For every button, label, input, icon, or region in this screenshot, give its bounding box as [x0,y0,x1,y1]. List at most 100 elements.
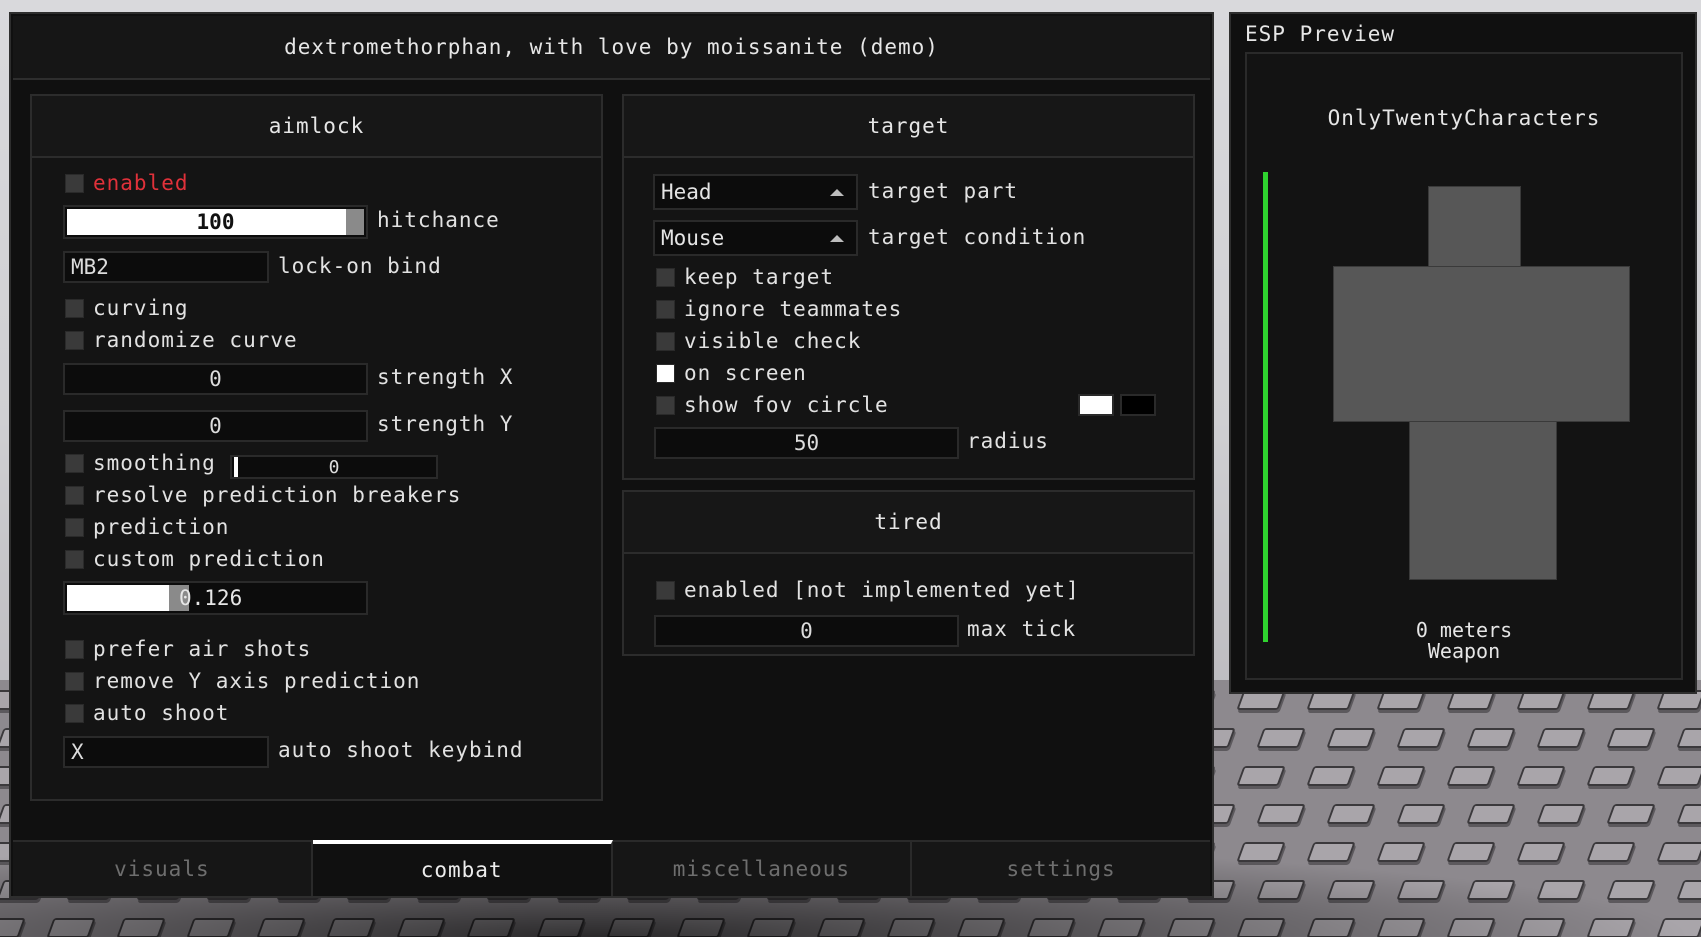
checkbox[interactable] [65,173,84,193]
on-screen-label: on screen [684,361,807,385]
baseplate-stud [1306,766,1356,786]
esp-torso [1333,266,1630,422]
target-condition-dropdown[interactable]: Mouse [653,220,858,256]
on-screen-toggle[interactable]: on screen [656,361,807,385]
custom-prediction-label: custom prediction [93,547,325,571]
ignore-teammates-toggle[interactable]: ignore teammates [656,297,902,321]
esp-preview-title[interactable]: ESP Preview [1245,22,1395,46]
checkbox[interactable] [65,639,84,659]
checkbox[interactable] [65,703,84,723]
strength-y-input[interactable]: 0 [63,410,368,442]
slider-knob[interactable] [234,457,238,477]
checkbox[interactable] [656,580,675,600]
tired-enabled-toggle[interactable]: enabled [not implemented yet] [656,578,1080,602]
aimlock-header: aimlock [32,96,601,158]
caret-up-icon [830,189,844,196]
caret-up-icon [830,235,844,242]
randomize-curve-toggle[interactable]: randomize curve [65,328,298,352]
slider-fill [67,585,169,611]
tab-miscellaneous[interactable]: miscellaneous [612,840,913,896]
prefer-air-shots-toggle[interactable]: prefer air shots [65,637,311,661]
tired-header: tired [624,492,1193,554]
fov-outline-color-swatch[interactable] [1120,394,1156,416]
baseplate-stud [1536,804,1586,824]
target-part-dropdown[interactable]: Head [653,174,858,210]
target-condition-label: target condition [868,225,1087,249]
auto-shoot-keybind-input[interactable]: X [63,736,269,768]
tab-settings[interactable]: settings [912,840,1210,896]
strength-x-label: strength X [377,365,514,389]
aimlock-enabled-toggle[interactable]: enabled [65,171,189,195]
baseplate-stud [1396,728,1446,748]
checkbox[interactable] [656,299,675,319]
hitchance-slider[interactable]: 100 [63,205,368,239]
strength-x-input[interactable]: 0 [63,363,368,395]
prefer-air-shots-label: prefer air shots [93,637,312,661]
auto-shoot-toggle[interactable]: auto shoot [65,701,229,725]
randomize-curve-label: randomize curve [93,328,298,352]
esp-health-bar [1263,172,1268,642]
resolve-prediction-toggle[interactable]: resolve prediction breakers [65,483,461,507]
smoothing-toggle[interactable]: smoothing [65,451,216,475]
auto-shoot-keybind-label: auto shoot keybind [278,738,524,762]
checkbox[interactable] [656,331,675,351]
keep-target-toggle[interactable]: keep target [656,265,834,289]
remove-y-axis-label: remove Y axis prediction [93,669,421,693]
target-condition-value: Mouse [661,226,725,250]
baseplate-stud [1676,728,1701,748]
smoothing-slider[interactable]: 0 [230,455,438,479]
checkbox[interactable] [656,395,675,415]
checkbox[interactable] [65,549,84,569]
checkbox[interactable] [65,517,84,537]
radius-input[interactable]: 50 [654,427,959,459]
baseplate-stud [1376,766,1426,786]
baseplate-stud [1326,804,1376,824]
keep-target-label: keep target [684,265,835,289]
esp-info: 0 meters Weapon [1247,620,1681,662]
baseplate-stud [1396,804,1446,824]
window-title[interactable]: dextromethorphan, with love by moissanit… [13,16,1210,80]
baseplate-stud [1446,766,1496,786]
show-fov-circle-label: show fov circle [684,393,889,417]
remove-y-axis-toggle[interactable]: remove Y axis prediction [65,669,420,693]
checkbox[interactable] [656,267,675,287]
lock-on-bind-label: lock-on bind [278,254,442,278]
esp-player-name: OnlyTwentyCharacters [1327,106,1601,130]
tab-bar: visuals combat miscellaneous settings [13,840,1210,896]
custom-prediction-slider[interactable]: 0.126 [63,581,368,615]
curving-toggle[interactable]: curving [65,296,189,320]
checkbox-checked[interactable] [656,363,675,383]
custom-prediction-toggle[interactable]: custom prediction [65,547,325,571]
tired-enabled-label: enabled [not implemented yet] [684,578,1080,602]
esp-preview-window: ESP Preview OnlyTwentyCharacters 0 meter… [1229,12,1697,694]
esp-distance: 0 meters [1415,618,1513,642]
prediction-toggle[interactable]: prediction [65,515,229,539]
smoothing-value: 0 [328,456,340,478]
ignore-teammates-label: ignore teammates [684,297,903,321]
main-window: dextromethorphan, with love by moissanit… [9,12,1214,898]
prediction-label: prediction [93,515,230,539]
smoothing-label: smoothing [93,451,216,475]
lock-on-bind-input[interactable]: MB2 [63,251,269,283]
checkbox[interactable] [65,330,84,350]
tab-visuals[interactable]: visuals [13,840,313,896]
baseplate-stud [1676,804,1701,824]
checkbox[interactable] [65,453,84,473]
tab-combat[interactable]: combat [312,840,613,896]
esp-legs [1409,421,1557,580]
fov-color-swatch[interactable] [1078,394,1114,416]
max-tick-input[interactable]: 0 [654,615,959,647]
show-fov-circle-toggle[interactable]: show fov circle [656,393,889,417]
target-header: target [624,96,1193,158]
custom-prediction-value: 0.126 [179,586,243,610]
baseplate-stud [1236,766,1286,786]
radius-label: radius [967,429,1049,453]
checkbox[interactable] [65,485,84,505]
auto-shoot-label: auto shoot [93,701,230,725]
checkbox[interactable] [65,298,84,318]
checkbox[interactable] [65,671,84,691]
visible-check-toggle[interactable]: visible check [656,329,861,353]
baseplate-stud [1256,804,1306,824]
hitchance-label: hitchance [377,208,500,232]
baseplate-stud [1466,804,1516,824]
